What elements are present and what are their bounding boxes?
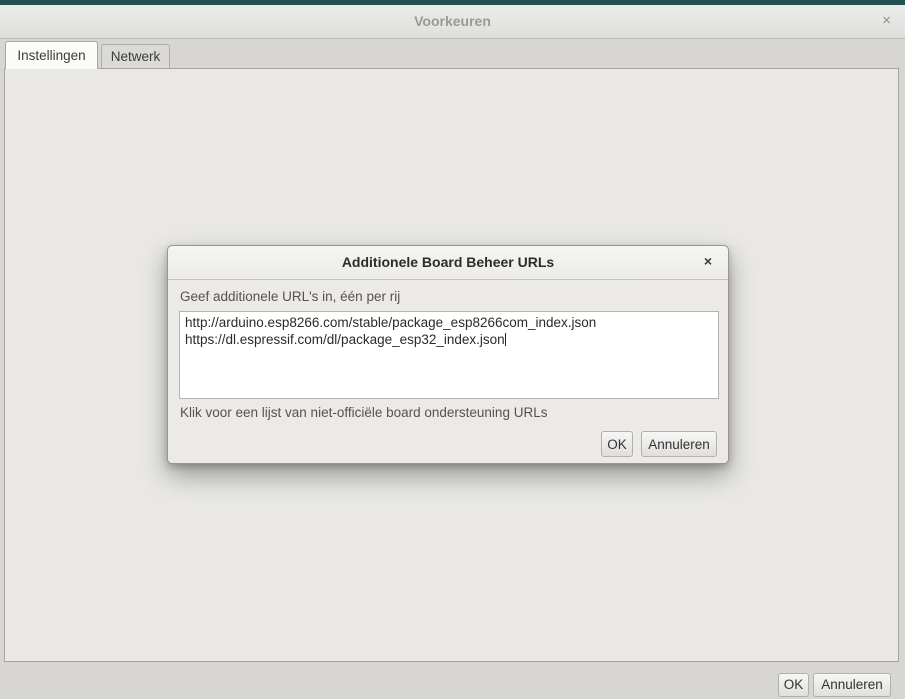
text-caret	[505, 333, 506, 346]
dialog-ok-button[interactable]: OK	[601, 431, 633, 457]
url-line-2: https://dl.espressif.com/dl/package_esp3…	[185, 331, 713, 348]
window-title: Voorkeuren	[0, 5, 905, 38]
urls-textarea[interactable]: http://arduino.esp8266.com/stable/packag…	[179, 311, 719, 399]
tab-netwerk[interactable]: Netwerk	[101, 44, 170, 69]
cancel-button[interactable]: Annuleren	[813, 673, 891, 697]
tab-instellingen[interactable]: Instellingen	[5, 41, 98, 69]
dialog-titlebar: Additionele Board Beheer URLs ×	[168, 246, 728, 280]
window-titlebar: Voorkeuren ×	[0, 5, 905, 39]
board-urls-dialog: Additionele Board Beheer URLs × Geef add…	[167, 245, 729, 464]
unofficial-boards-link[interactable]: Klik voor een lijst van niet-officiële b…	[180, 405, 547, 420]
dialog-prompt: Geef additionele URL's in, één per rij	[180, 289, 400, 304]
dialog-cancel-button[interactable]: Annuleren	[641, 431, 717, 457]
close-icon[interactable]: ×	[878, 5, 895, 38]
dialog-close-icon[interactable]: ×	[700, 246, 716, 279]
dialog-title: Additionele Board Beheer URLs	[168, 246, 728, 279]
url-line-1: http://arduino.esp8266.com/stable/packag…	[185, 314, 713, 331]
ok-button[interactable]: OK	[778, 673, 809, 697]
